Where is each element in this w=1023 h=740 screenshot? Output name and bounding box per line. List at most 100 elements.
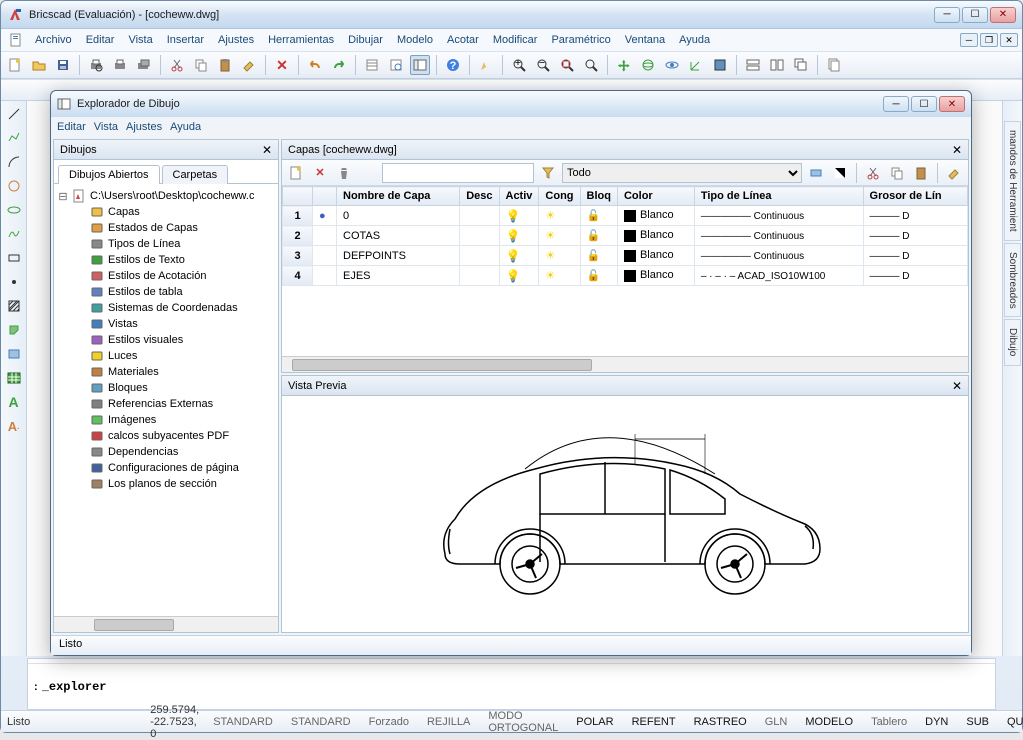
purge-layer-icon[interactable] (334, 163, 354, 183)
mdi-close[interactable]: ✕ (1000, 33, 1018, 47)
layer-name[interactable]: DEFPOINTS (337, 246, 460, 266)
tree-item-pagesetup[interactable]: Configuraciones de página (76, 460, 274, 476)
col-6[interactable]: Bloq (580, 187, 617, 206)
zoom-win-icon[interactable] (581, 55, 601, 75)
status-dyn[interactable]: DYN (921, 716, 952, 728)
tree-item-ucs[interactable]: Sistemas de Coordenadas (76, 300, 274, 316)
line-tool-icon[interactable] (5, 105, 23, 123)
layer-row[interactable]: 2 COTAS 💡 ☀ 🔓 Blanco ————— Continuous ——… (283, 226, 968, 246)
vtab-sombreados[interactable]: Sombreados (1004, 243, 1021, 318)
render-icon[interactable] (710, 55, 730, 75)
linetype-cell[interactable]: – · – · – ACAD_ISO10W100 (694, 266, 863, 286)
boundary-tool-icon[interactable] (5, 321, 23, 339)
tree-item-views[interactable]: Vistas (76, 316, 274, 332)
layer-row[interactable]: 3 DEFPOINTS 💡 ☀ 🔓 Blanco ————— Continuou… (283, 246, 968, 266)
tree-item-linetypes[interactable]: Tipos de Línea (76, 236, 274, 252)
freeze-cell[interactable]: ☀ (539, 206, 580, 226)
publish-icon[interactable] (134, 55, 154, 75)
current-cell[interactable]: ● (313, 206, 337, 226)
tree-item-layerstates[interactable]: Estados de Capas (76, 220, 274, 236)
menu-editar[interactable]: Editar (80, 32, 121, 48)
dlg-menu-ayuda[interactable]: Ayuda (170, 121, 201, 133)
lock-cell[interactable]: 🔓 (580, 266, 617, 286)
layer-filter-input[interactable] (382, 163, 534, 183)
paste-icon[interactable] (215, 55, 235, 75)
vtab-herramientas[interactable]: mandos de Herramient (1004, 121, 1021, 241)
current-cell[interactable] (313, 226, 337, 246)
layer-row[interactable]: 4 EJES 💡 ☀ 🔓 Blanco – · – · – ACAD_ISO10… (283, 266, 968, 286)
close-button[interactable]: ✕ (990, 7, 1016, 23)
status-polar[interactable]: POLAR (572, 716, 617, 728)
col-4[interactable]: Activ (499, 187, 539, 206)
desc-cell[interactable] (460, 246, 499, 266)
ucs-icon[interactable] (686, 55, 706, 75)
table-tool-icon[interactable] (5, 369, 23, 387)
print-icon[interactable] (110, 55, 130, 75)
linetype-cell[interactable]: ————— Continuous (694, 206, 863, 226)
col-7[interactable]: Color (617, 187, 694, 206)
status-orto[interactable]: MODO ORTOGONAL (484, 710, 562, 734)
lineweight-cell[interactable]: ——— D (863, 206, 967, 226)
arc-tool-icon[interactable] (5, 153, 23, 171)
linetype-cell[interactable]: ————— Continuous (694, 226, 863, 246)
command-input[interactable] (42, 680, 989, 694)
desc-cell[interactable] (460, 266, 499, 286)
tree-item-materials[interactable]: Materiales (76, 364, 274, 380)
lock-cell[interactable]: 🔓 (580, 206, 617, 226)
tree-item-xrefs[interactable]: Referencias Externas (76, 396, 274, 412)
on-cell[interactable]: 💡 (499, 246, 539, 266)
freeze-cell[interactable]: ☀ (539, 226, 580, 246)
edit-icon[interactable] (944, 163, 964, 183)
menu-archivo[interactable]: Archivo (29, 32, 78, 48)
status-modelo[interactable]: MODELO (801, 716, 857, 728)
lineweight-cell[interactable]: ——— D (863, 246, 967, 266)
tree-item-blocks[interactable]: Bloques (76, 380, 274, 396)
maximize-button[interactable]: ☐ (962, 7, 988, 23)
status-forzado[interactable]: Forzado (365, 716, 413, 728)
zoom-out-icon[interactable]: − (533, 55, 553, 75)
cascade-icon[interactable] (791, 55, 811, 75)
mdi-restore[interactable]: ❐ (980, 33, 998, 47)
status-std1[interactable]: STANDARD (209, 716, 277, 728)
on-cell[interactable]: 💡 (499, 206, 539, 226)
tree-item-deps[interactable]: Dependencias (76, 444, 274, 460)
text-tool-icon[interactable]: A (5, 393, 23, 411)
color-cell[interactable]: Blanco (617, 226, 694, 246)
freeze-cell[interactable]: ☀ (539, 266, 580, 286)
zoom-in-icon[interactable]: + (509, 55, 529, 75)
col-1[interactable] (313, 187, 337, 206)
layer-name[interactable]: 0 (337, 206, 460, 226)
desc-cell[interactable] (460, 206, 499, 226)
save-icon[interactable] (53, 55, 73, 75)
menu-parametrico[interactable]: Paramétrico (545, 32, 616, 48)
tree-hscroll[interactable] (54, 616, 278, 632)
circle-tool-icon[interactable] (5, 177, 23, 195)
rect-tool-icon[interactable] (5, 249, 23, 267)
current-cell[interactable] (313, 246, 337, 266)
dlg-menu-ajustes[interactable]: Ajustes (126, 121, 162, 133)
menu-modelo[interactable]: Modelo (391, 32, 439, 48)
menu-vista[interactable]: Vista (122, 32, 158, 48)
find-icon[interactable] (386, 55, 406, 75)
tab-dibujos-abiertos[interactable]: Dibujos Abiertos (58, 165, 160, 184)
on-cell[interactable]: 💡 (499, 266, 539, 286)
menu-acotar[interactable]: Acotar (441, 32, 485, 48)
col-8[interactable]: Tipo de Línea (694, 187, 863, 206)
zoom-ext-icon[interactable] (557, 55, 577, 75)
dlg-menu-editar[interactable]: Editar (57, 121, 86, 133)
col-5[interactable]: Cong (539, 187, 580, 206)
freeze-cell[interactable]: ☀ (539, 246, 580, 266)
current-cell[interactable] (313, 266, 337, 286)
titlebar[interactable]: Bricscad (Evaluación) - [cocheww.dwg] ─ … (1, 1, 1022, 29)
redo-icon[interactable] (329, 55, 349, 75)
minimize-button[interactable]: ─ (934, 7, 960, 23)
tree-item-layers[interactable]: Capas (76, 204, 274, 220)
layer-row[interactable]: 1 ● 0 💡 ☀ 🔓 Blanco ————— Continuous ——— … (283, 206, 968, 226)
tile-v-icon[interactable] (767, 55, 787, 75)
status-gln[interactable]: GLN (761, 716, 792, 728)
linetype-cell[interactable]: ————— Continuous (694, 246, 863, 266)
match-icon[interactable] (239, 55, 259, 75)
tree-item-textstyles[interactable]: Estilos de Texto (76, 252, 274, 268)
menu-ventana[interactable]: Ventana (619, 32, 671, 48)
preview-close[interactable]: ✕ (952, 379, 962, 393)
